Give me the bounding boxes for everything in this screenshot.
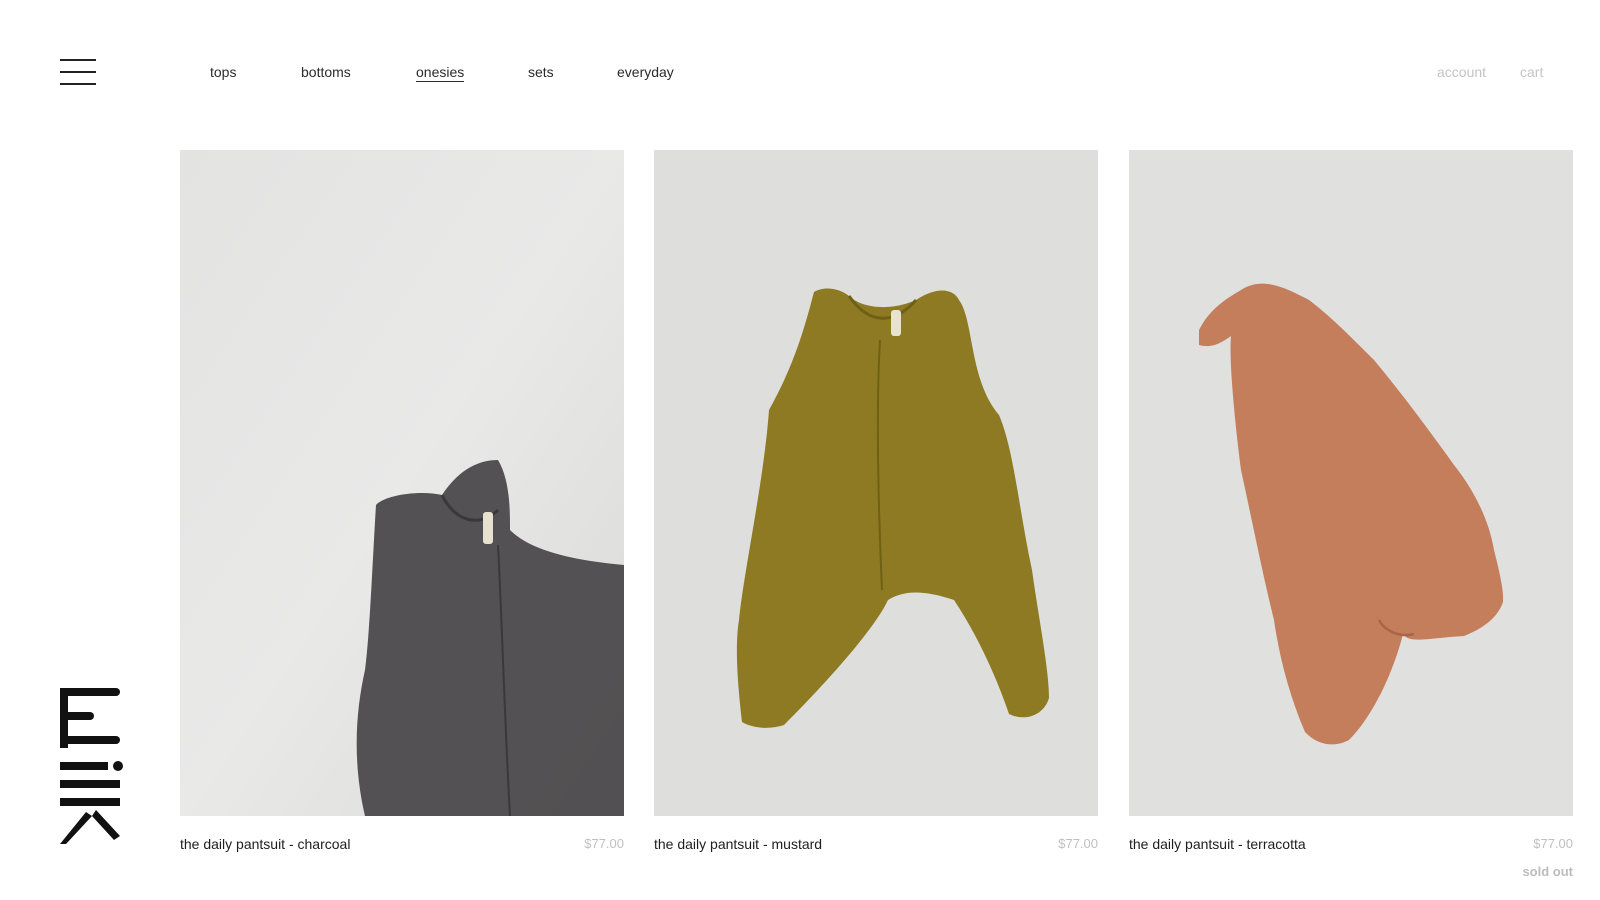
- product-meta: the daily pantsuit - terracotta $77.00 s…: [1129, 828, 1573, 879]
- sold-out-badge: sold out: [1522, 864, 1573, 879]
- menu-line-middle: [60, 71, 96, 73]
- product-meta: the daily pantsuit - mustard $77.00: [654, 828, 1098, 858]
- product-card[interactable]: the daily pantsuit - charcoal $77.00: [180, 150, 624, 858]
- nav-item-tops[interactable]: tops: [210, 64, 236, 80]
- cart-link[interactable]: cart: [1520, 64, 1543, 80]
- product-photo: [1129, 150, 1573, 816]
- account-link[interactable]: account: [1437, 64, 1486, 80]
- menu-line-top: [60, 59, 96, 61]
- product-price: $77.00: [1533, 836, 1573, 851]
- product-card[interactable]: the daily pantsuit - mustard $77.00: [654, 150, 1098, 858]
- product-image[interactable]: [654, 150, 1098, 816]
- product-name[interactable]: the daily pantsuit - terracotta: [1129, 836, 1306, 852]
- product-price: $77.00: [584, 836, 624, 851]
- nav-item-bottoms[interactable]: bottoms: [301, 64, 351, 80]
- nav-item-sets[interactable]: sets: [528, 64, 554, 80]
- product-photo: [654, 150, 1098, 816]
- product-photo: [180, 150, 624, 816]
- product-card[interactable]: the daily pantsuit - terracotta $77.00 s…: [1129, 150, 1573, 879]
- milk-logo-mark: [60, 688, 123, 844]
- nav-item-everyday[interactable]: everyday: [617, 64, 674, 80]
- menu-line-bottom: [60, 83, 96, 85]
- product-price: $77.00: [1058, 836, 1098, 851]
- hamburger-menu-icon[interactable]: [60, 58, 96, 86]
- product-meta: the daily pantsuit - charcoal $77.00: [180, 828, 624, 858]
- milk-logo[interactable]: [56, 686, 128, 846]
- product-name[interactable]: the daily pantsuit - mustard: [654, 836, 822, 852]
- product-name[interactable]: the daily pantsuit - charcoal: [180, 836, 350, 852]
- product-image[interactable]: [180, 150, 624, 816]
- product-image[interactable]: [1129, 150, 1573, 816]
- nav-item-onesies[interactable]: onesies: [416, 64, 465, 82]
